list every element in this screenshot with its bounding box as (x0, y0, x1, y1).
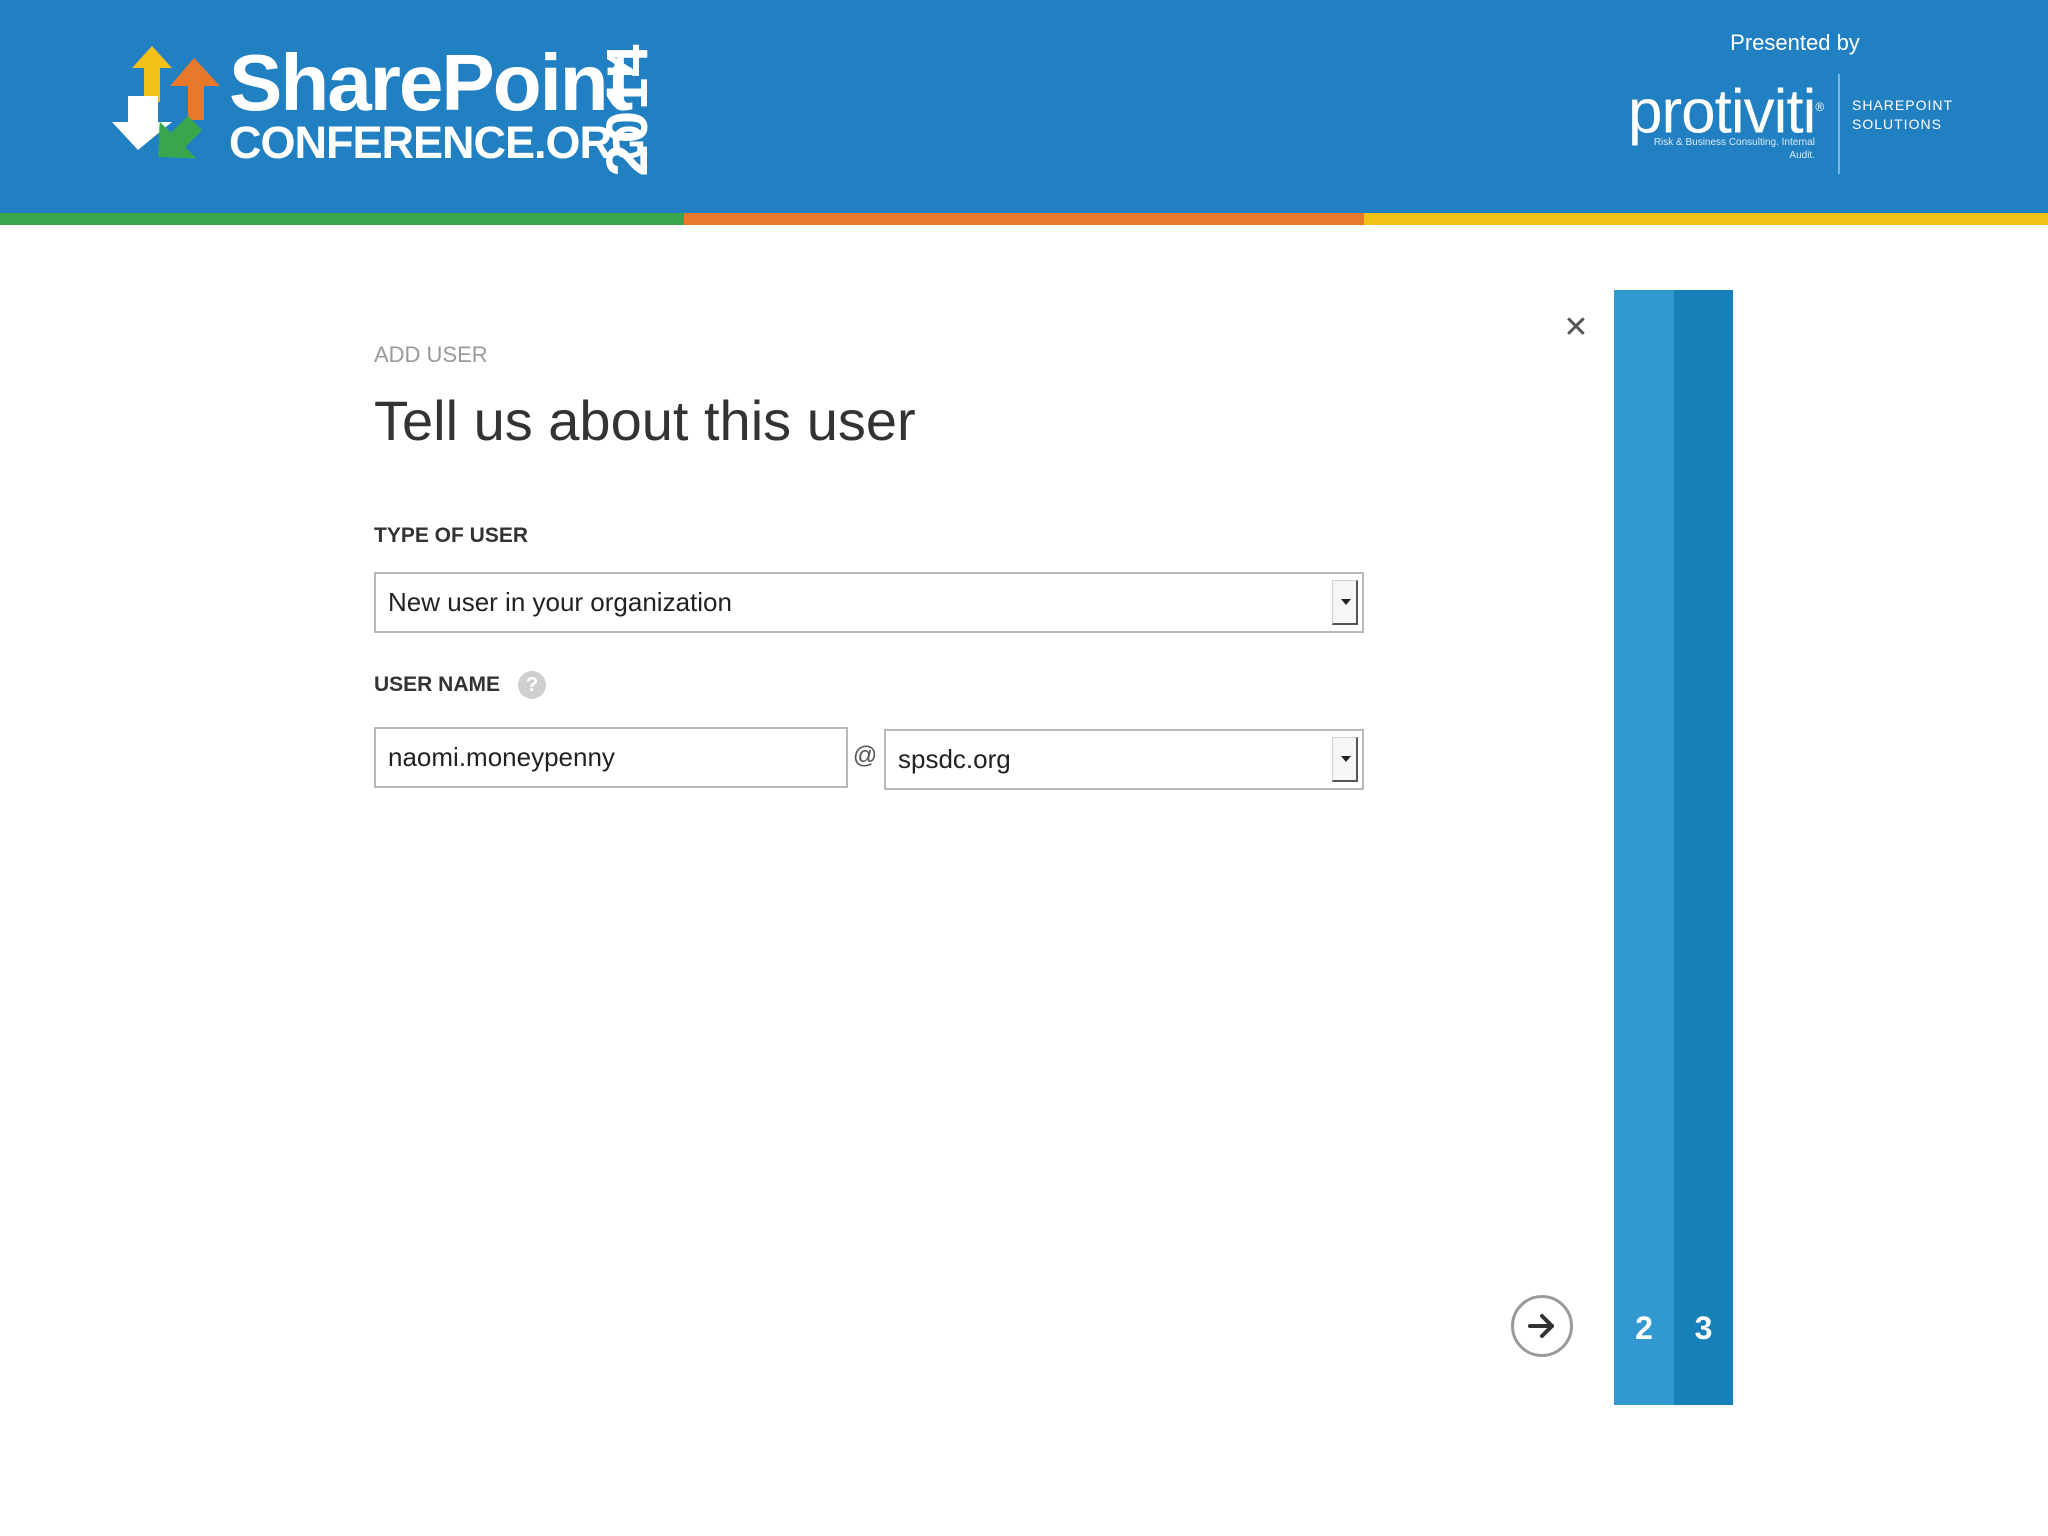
step-2-panel[interactable]: 2 (1614, 290, 1674, 1405)
sponsor-division: SHAREPOINT SOLUTIONS (1852, 96, 1962, 134)
chevron-down-icon[interactable] (1332, 737, 1358, 782)
domain-value: spsdc.org (898, 744, 1011, 774)
next-button[interactable] (1511, 1295, 1573, 1357)
logo-title: SharePoint (229, 38, 633, 127)
sharepoint-arrows-logo-icon (112, 46, 220, 159)
presented-by-label: Presented by (1730, 30, 1860, 55)
header-stripe-orange (684, 213, 1364, 225)
arrow-right-icon (1528, 1314, 1554, 1338)
help-icon[interactable]: ? (518, 671, 546, 699)
user-name-label: USER NAME (374, 673, 501, 696)
type-of-user-value: New user in your organization (388, 587, 732, 617)
chevron-down-icon[interactable] (1332, 580, 1358, 625)
user-name-input[interactable]: naomi.moneypenny (374, 727, 848, 788)
dialog-eyebrow: ADD USER (374, 342, 488, 367)
sponsor-division-line2: SOLUTIONS (1852, 116, 1942, 132)
type-of-user-select[interactable]: New user in your organization (374, 572, 1364, 633)
sponsor-tagline: Risk & Business Consulting. Internal Aud… (1653, 137, 1815, 161)
domain-select[interactable]: spsdc.org (884, 729, 1364, 790)
at-sign: @ (852, 742, 878, 769)
step-2-number: 2 (1635, 1310, 1653, 1346)
logo-year: 2014 (595, 43, 660, 177)
header-stripe-green (0, 213, 684, 225)
logo-subtitle: CONFERENCE.ORG (229, 117, 646, 168)
sponsor-trademark: ® (1815, 100, 1824, 114)
user-name-value: naomi.moneypenny (388, 742, 615, 772)
page-title: Tell us about this user (374, 389, 916, 452)
step-3-number: 3 (1694, 1310, 1713, 1346)
sponsor-division-line1: SHAREPOINT (1852, 97, 1954, 113)
step-3-panel[interactable]: 3 (1674, 290, 1733, 1405)
close-icon[interactable]: ✕ (1560, 312, 1592, 344)
header-stripe-yellow (1364, 213, 2048, 225)
sponsor-divider (1838, 74, 1840, 174)
type-of-user-label: TYPE OF USER (374, 524, 529, 547)
